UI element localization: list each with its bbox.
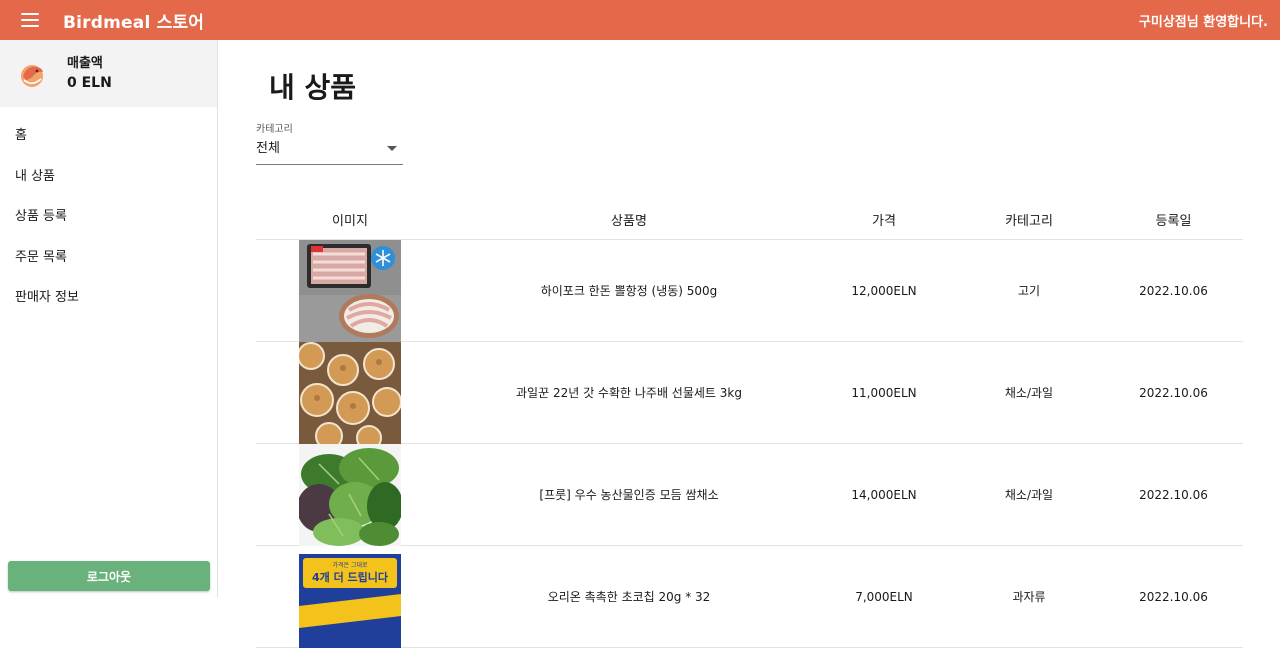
sales-summary: 매출액 0 ELN [0,40,217,107]
sidebar-nav: 홈 내 상품 상품 등록 주문 목록 판매자 정보 [0,107,217,319]
product-category: 고기 [1017,284,1041,298]
sidebar: 매출액 0 ELN 홈 내 상품 상품 등록 주문 목록 판매자 정보 로그아웃 [0,40,218,598]
column-header-date: 등록일 [1155,214,1192,229]
product-image-pears[interactable] [299,341,401,444]
top-app-bar: Birdmeal 스토어 구미상점님 환영합니다. [0,0,1280,40]
product-image-snack[interactable]: 가격은 그대로 4개 더 드립니다 [299,545,401,648]
product-date: 2022.10.06 [1139,385,1208,400]
product-category: 과자류 [1012,590,1046,604]
product-name: 하이포크 한돈 뽈항정 (냉동) 500g [540,284,718,298]
sales-value: 0 ELN [67,75,112,91]
product-category: 채소/과일 [1004,488,1054,502]
column-header-name: 상품명 [611,214,647,229]
product-date: 2022.10.06 [1139,589,1208,604]
bird-logo-icon [21,64,43,87]
svg-text:4개 더 드립니다: 4개 더 드립니다 [312,570,389,584]
svg-text:가격은 그대로: 가격은 그대로 [332,561,368,569]
table-row[interactable]: 과일꾼 22년 갓 수확한 나주배 선물세트 3kg 11,000ELN 채소/… [256,341,1243,444]
sidebar-item-seller-info[interactable]: 판매자 정보 [0,278,217,319]
main-content: 내 상품 카테고리 전체 이미지 상품명 가격 카테고리 등록일 하이포크 한돈… [219,40,1280,648]
category-select-value: 전체 [256,141,280,156]
sales-label: 매출액 [67,56,103,71]
table-row[interactable]: [프룻] 우수 농산물인증 모듬 쌈채소 14,000ELN 채소/과일 202… [256,443,1243,546]
chevron-down-icon [387,146,397,151]
product-image-pork[interactable] [299,239,401,342]
product-category: 채소/과일 [1004,386,1054,400]
product-price: 14,000ELN [851,487,917,502]
table-row[interactable]: 가격은 그대로 4개 더 드립니다 오리온 촉촉한 초코칩 20g * 32 7… [256,545,1243,648]
product-date: 2022.10.06 [1139,487,1208,502]
sidebar-item-register-product[interactable]: 상품 등록 [0,197,217,238]
column-header-image: 이미지 [332,214,368,229]
sidebar-item-home[interactable]: 홈 [0,116,217,157]
product-name: 과일꾼 22년 갓 수확한 나주배 선물세트 3kg [516,386,742,400]
column-header-price: 가격 [872,214,896,229]
page-title: 내 상품 [269,71,357,104]
hamburger-menu-icon[interactable] [21,13,39,27]
logout-button[interactable]: 로그아웃 [8,561,210,591]
product-image-greens[interactable] [299,443,401,546]
product-price: 7,000ELN [855,589,913,604]
brand-title[interactable]: Birdmeal 스토어 [63,8,204,33]
category-select[interactable]: 카테고리 전체 [256,123,403,165]
table-header: 이미지 상품명 가격 카테고리 등록일 [256,200,1243,240]
category-select-label: 카테고리 [256,124,293,135]
product-price: 12,000ELN [851,283,917,298]
product-price: 11,000ELN [851,385,917,400]
product-name: [프룻] 우수 농산물인증 모듬 쌈채소 [539,488,719,502]
sidebar-item-my-products[interactable]: 내 상품 [0,157,217,198]
table-row[interactable]: 하이포크 한돈 뽈항정 (냉동) 500g 12,000ELN 고기 2022.… [256,239,1243,342]
product-name: 오리온 촉촉한 초코칩 20g * 32 [547,590,711,604]
welcome-message: 구미상점님 환영합니다. [1138,15,1268,30]
product-date: 2022.10.06 [1139,283,1208,298]
product-table: 이미지 상품명 가격 카테고리 등록일 하이포크 한돈 뽈항정 (냉동) 500… [256,200,1243,648]
sidebar-item-orders[interactable]: 주문 목록 [0,238,217,279]
column-header-category: 카테고리 [1005,214,1053,229]
